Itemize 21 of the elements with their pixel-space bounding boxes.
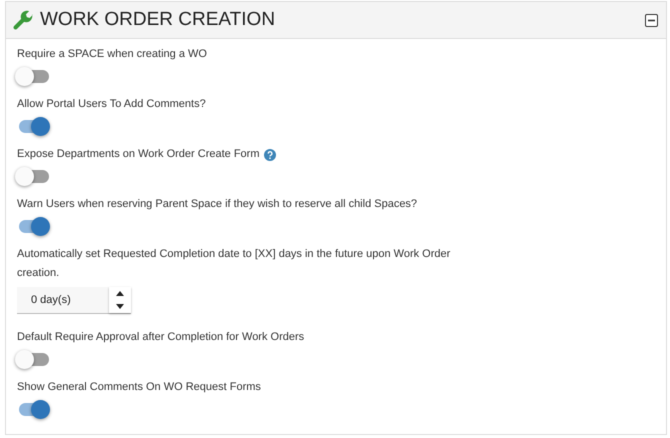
- help-icon[interactable]: [264, 148, 276, 160]
- increment-button[interactable]: [109, 287, 131, 300]
- decrement-button[interactable]: [109, 300, 131, 313]
- days-spinner[interactable]: 0 day(s): [17, 287, 131, 314]
- wrench-icon: [12, 9, 34, 31]
- setting-label: Warn Users when reserving Parent Space if they wish to reserve all child Spaces?: [17, 197, 418, 212]
- collapse-button[interactable]: [645, 14, 658, 26]
- toggle-switch[interactable]: [19, 220, 49, 233]
- days-value: 0 day(s): [30, 293, 72, 308]
- setting-label: Expose Departments on Work Order Create Form: [17, 147, 260, 162]
- down-arrow-icon: [116, 304, 124, 309]
- setting-label: Automatically set Requested Completion date to [XX] days in the future upon Work Order creation.: [17, 247, 452, 281]
- toggle-switch[interactable]: [19, 120, 49, 133]
- toggle-switch[interactable]: [19, 403, 49, 416]
- setting-label: Require a SPACE when creating a WO: [17, 47, 207, 62]
- setting-label: Show General Comments On WO Request Forms: [17, 380, 261, 395]
- panel-title: WORK ORDER CREATION: [40, 9, 276, 31]
- setting-label: Default Require Approval after Completion for Work Orders: [17, 330, 304, 345]
- setting-label: Allow Portal Users To Add Comments?: [17, 97, 206, 112]
- up-arrow-icon: [116, 291, 124, 296]
- minus-icon: [648, 16, 655, 24]
